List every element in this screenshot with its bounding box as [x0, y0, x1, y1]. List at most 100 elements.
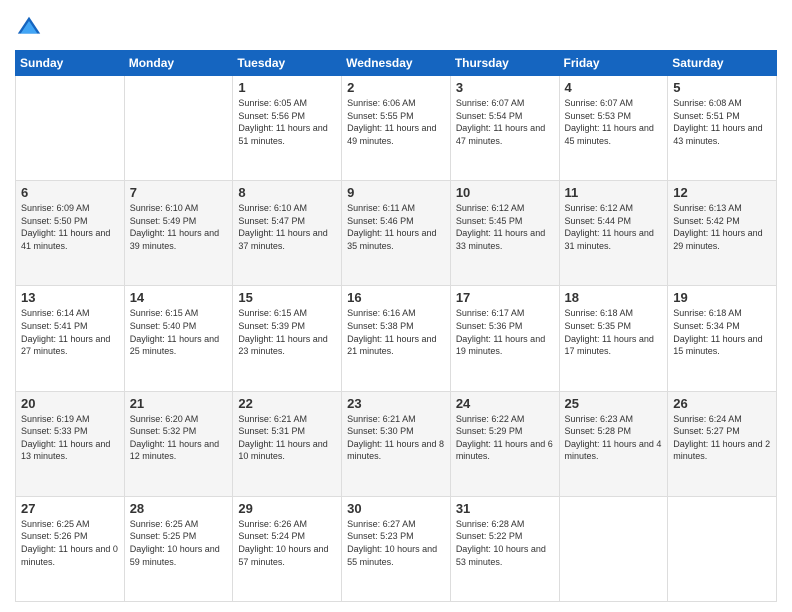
- day-number: 7: [130, 185, 228, 200]
- calendar-table: SundayMondayTuesdayWednesdayThursdayFrid…: [15, 50, 777, 602]
- calendar-cell: [559, 496, 668, 601]
- day-info: Sunrise: 6:07 AM Sunset: 5:54 PM Dayligh…: [456, 97, 554, 147]
- day-number: 1: [238, 80, 336, 95]
- calendar-cell: [16, 76, 125, 181]
- day-info: Sunrise: 6:16 AM Sunset: 5:38 PM Dayligh…: [347, 307, 445, 357]
- calendar-cell: [668, 496, 777, 601]
- calendar-cell: 2Sunrise: 6:06 AM Sunset: 5:55 PM Daylig…: [342, 76, 451, 181]
- day-number: 24: [456, 396, 554, 411]
- calendar-cell: 25 Sunrise: 6:23 AM Sunset: 5:28 PM Dayli…: [559, 391, 668, 496]
- day-number: 15: [238, 290, 336, 305]
- day-number: 18: [565, 290, 663, 305]
- day-number: 10: [456, 185, 554, 200]
- day-info: Sunrise: 6:15 AM Sunset: 5:40 PM Dayligh…: [130, 307, 228, 357]
- day-info: Sunrise: 6:14 AM Sunset: 5:41 PM Dayligh…: [21, 307, 119, 357]
- calendar-cell: 27 Sunrise: 6:25 AM Sunset: 5:26 PM Dayli…: [16, 496, 125, 601]
- day-number: 9: [347, 185, 445, 200]
- day-info: Sunrise: 6:10 AM Sunset: 5:47 PM Dayligh…: [238, 202, 336, 252]
- calendar-week-row: 6Sunrise: 6:09 AM Sunset: 5:50 PM Daylig…: [16, 181, 777, 286]
- day-number: 12: [673, 185, 771, 200]
- day-info: Sunrise: 6:26 AM Sunset: 5:24 PM Dayligh…: [238, 518, 336, 568]
- calendar-cell: 26Sunrise: 6:24 AM Sunset: 5:27 PM Dayli…: [668, 391, 777, 496]
- day-number: 23: [347, 396, 445, 411]
- day-info: Sunrise: 6:12 AM Sunset: 5:45 PM Dayligh…: [456, 202, 554, 252]
- day-info: Sunrise: 6:12 AM Sunset: 5:44 PM Dayligh…: [565, 202, 663, 252]
- day-number: 21: [130, 396, 228, 411]
- day-info: Sunrise: 6:22 AM Sunset: 5:29 PM Dayligh…: [456, 413, 554, 463]
- day-number: 20: [21, 396, 119, 411]
- day-number: 19: [673, 290, 771, 305]
- day-number: 11: [565, 185, 663, 200]
- day-number: 31: [456, 501, 554, 516]
- day-number: 3: [456, 80, 554, 95]
- day-info: Sunrise: 6:20 AM Sunset: 5:32 PM Dayligh…: [130, 413, 228, 463]
- calendar-cell: 3 Sunrise: 6:07 AM Sunset: 5:54 PM Daylig…: [450, 76, 559, 181]
- calendar-cell: 4 Sunrise: 6:07 AM Sunset: 5:53 PM Daylig…: [559, 76, 668, 181]
- day-info: Sunrise: 6:08 AM Sunset: 5:51 PM Dayligh…: [673, 97, 771, 147]
- day-header-thursday: Thursday: [450, 51, 559, 76]
- header: [15, 10, 777, 42]
- calendar-cell: 15Sunrise: 6:15 AM Sunset: 5:39 PM Dayli…: [233, 286, 342, 391]
- day-info: Sunrise: 6:05 AM Sunset: 5:56 PM Dayligh…: [238, 97, 336, 147]
- calendar-cell: 21 Sunrise: 6:20 AM Sunset: 5:32 PM Dayli…: [124, 391, 233, 496]
- day-number: 17: [456, 290, 554, 305]
- calendar-cell: 22 Sunrise: 6:21 AM Sunset: 5:31 PM Dayli…: [233, 391, 342, 496]
- calendar-cell: 14 Sunrise: 6:15 AM Sunset: 5:40 PM Dayli…: [124, 286, 233, 391]
- calendar-cell: 29 Sunrise: 6:26 AM Sunset: 5:24 PM Dayli…: [233, 496, 342, 601]
- day-number: 4: [565, 80, 663, 95]
- calendar-cell: 11 Sunrise: 6:12 AM Sunset: 5:44 PM Dayli…: [559, 181, 668, 286]
- day-info: Sunrise: 6:18 AM Sunset: 5:34 PM Dayligh…: [673, 307, 771, 357]
- day-info: Sunrise: 6:24 AM Sunset: 5:27 PM Dayligh…: [673, 413, 771, 463]
- day-info: Sunrise: 6:06 AM Sunset: 5:55 PM Dayligh…: [347, 97, 445, 147]
- day-header-saturday: Saturday: [668, 51, 777, 76]
- day-number: 13: [21, 290, 119, 305]
- calendar-week-row: 1 Sunrise: 6:05 AM Sunset: 5:56 PM Daylig…: [16, 76, 777, 181]
- day-info: Sunrise: 6:18 AM Sunset: 5:35 PM Dayligh…: [565, 307, 663, 357]
- day-header-wednesday: Wednesday: [342, 51, 451, 76]
- day-header-monday: Monday: [124, 51, 233, 76]
- calendar-cell: 19 Sunrise: 6:18 AM Sunset: 5:34 PM Dayli…: [668, 286, 777, 391]
- day-info: Sunrise: 6:21 AM Sunset: 5:31 PM Dayligh…: [238, 413, 336, 463]
- calendar-cell: 24 Sunrise: 6:22 AM Sunset: 5:29 PM Dayli…: [450, 391, 559, 496]
- day-info: Sunrise: 6:27 AM Sunset: 5:23 PM Dayligh…: [347, 518, 445, 568]
- day-number: 5: [673, 80, 771, 95]
- calendar-week-row: 13 Sunrise: 6:14 AM Sunset: 5:41 PM Dayli…: [16, 286, 777, 391]
- calendar-cell: 5 Sunrise: 6:08 AM Sunset: 5:51 PM Daylig…: [668, 76, 777, 181]
- day-number: 29: [238, 501, 336, 516]
- calendar-cell: 10 Sunrise: 6:12 AM Sunset: 5:45 PM Dayli…: [450, 181, 559, 286]
- day-info: Sunrise: 6:07 AM Sunset: 5:53 PM Dayligh…: [565, 97, 663, 147]
- day-info: Sunrise: 6:25 AM Sunset: 5:26 PM Dayligh…: [21, 518, 119, 568]
- day-number: 14: [130, 290, 228, 305]
- day-info: Sunrise: 6:17 AM Sunset: 5:36 PM Dayligh…: [456, 307, 554, 357]
- day-info: Sunrise: 6:21 AM Sunset: 5:30 PM Dayligh…: [347, 413, 445, 463]
- calendar-cell: 1 Sunrise: 6:05 AM Sunset: 5:56 PM Daylig…: [233, 76, 342, 181]
- day-info: Sunrise: 6:19 AM Sunset: 5:33 PM Dayligh…: [21, 413, 119, 463]
- day-info: Sunrise: 6:23 AM Sunset: 5:28 PM Dayligh…: [565, 413, 663, 463]
- day-number: 30: [347, 501, 445, 516]
- calendar-cell: 13 Sunrise: 6:14 AM Sunset: 5:41 PM Dayli…: [16, 286, 125, 391]
- calendar-cell: 30 Sunrise: 6:27 AM Sunset: 5:23 PM Dayli…: [342, 496, 451, 601]
- calendar-cell: 28Sunrise: 6:25 AM Sunset: 5:25 PM Dayli…: [124, 496, 233, 601]
- day-number: 22: [238, 396, 336, 411]
- calendar-cell: 23 Sunrise: 6:21 AM Sunset: 5:30 PM Dayli…: [342, 391, 451, 496]
- calendar-cell: 18 Sunrise: 6:18 AM Sunset: 5:35 PM Dayli…: [559, 286, 668, 391]
- calendar-cell: 31Sunrise: 6:28 AM Sunset: 5:22 PM Dayli…: [450, 496, 559, 601]
- calendar-cell: 16 Sunrise: 6:16 AM Sunset: 5:38 PM Dayli…: [342, 286, 451, 391]
- day-header-friday: Friday: [559, 51, 668, 76]
- calendar-cell: 17 Sunrise: 6:17 AM Sunset: 5:36 PM Dayli…: [450, 286, 559, 391]
- calendar-week-row: 27 Sunrise: 6:25 AM Sunset: 5:26 PM Dayli…: [16, 496, 777, 601]
- calendar-cell: 8 Sunrise: 6:10 AM Sunset: 5:47 PM Daylig…: [233, 181, 342, 286]
- calendar-header-row: SundayMondayTuesdayWednesdayThursdayFrid…: [16, 51, 777, 76]
- day-info: Sunrise: 6:10 AM Sunset: 5:49 PM Dayligh…: [130, 202, 228, 252]
- day-number: 25: [565, 396, 663, 411]
- day-number: 16: [347, 290, 445, 305]
- calendar-cell: 20 Sunrise: 6:19 AM Sunset: 5:33 PM Dayli…: [16, 391, 125, 496]
- day-info: Sunrise: 6:13 AM Sunset: 5:42 PM Dayligh…: [673, 202, 771, 252]
- day-number: 27: [21, 501, 119, 516]
- calendar-cell: 7 Sunrise: 6:10 AM Sunset: 5:49 PM Daylig…: [124, 181, 233, 286]
- day-number: 6: [21, 185, 119, 200]
- day-number: 28: [130, 501, 228, 516]
- day-number: 8: [238, 185, 336, 200]
- day-info: Sunrise: 6:11 AM Sunset: 5:46 PM Dayligh…: [347, 202, 445, 252]
- calendar-body: 1 Sunrise: 6:05 AM Sunset: 5:56 PM Daylig…: [16, 76, 777, 602]
